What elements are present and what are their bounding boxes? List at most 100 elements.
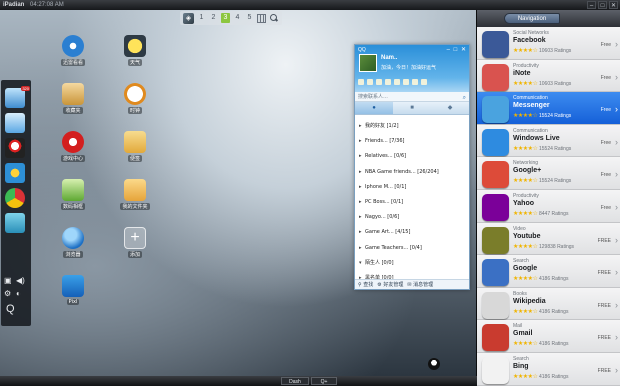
app-category: Productivity — [513, 193, 539, 199]
store-app-row-gmail[interactable]: Mail Gmail ★★★★☆ 4186 Ratings FREE › — [477, 320, 620, 353]
app-notes[interactable]: 便签 — [113, 131, 157, 162]
rating-stars: ★★★★☆ — [513, 113, 538, 120]
page-4[interactable]: 4 — [233, 13, 242, 23]
contact-group[interactable]: ▸ NBA Game friends... [26/204] — [355, 165, 469, 180]
youtube-icon — [482, 226, 509, 254]
store-app-row-bing[interactable]: Search Bing ★★★★☆ 4186 Ratings FREE › — [477, 353, 620, 386]
qq-penguin-icon[interactable] — [5, 138, 25, 158]
contact-group[interactable]: ▸ PC Boss... [0/1] — [355, 195, 469, 210]
page-3[interactable]: 3 — [221, 13, 230, 23]
store-app-row-facebook[interactable]: Social Networks Facebook ★★★★☆ 10603 Rating… — [477, 27, 620, 60]
app-label: 添加 — [127, 251, 142, 258]
wallet-icon[interactable] — [376, 79, 382, 85]
app-add[interactable]: + 添加 — [113, 227, 157, 258]
app-pixl[interactable]: Pixl — [51, 275, 95, 305]
app-game-center[interactable]: 游戏中心 — [51, 131, 95, 162]
app-favorites[interactable]: 收藏夹 — [51, 83, 95, 114]
app-category: Networking — [513, 160, 539, 167]
tab-contacts[interactable]: ● — [355, 102, 393, 114]
store-app-row-yahoo[interactable]: Productivity Yahoo ★★★★☆ 8447 Ratings Free › — [477, 190, 620, 223]
search-icon[interactable]: Q — [6, 304, 15, 315]
price-label: Free — [600, 42, 611, 48]
settings-icon[interactable]: ⚙ — [4, 289, 11, 299]
store-app-row-google[interactable]: Search Google ★★★★☆ 4186 Ratings FREE › — [477, 255, 620, 288]
ipadian-logo-icon[interactable]: ◈ — [183, 12, 194, 24]
app-name: Google — [513, 265, 538, 273]
app-icon[interactable] — [421, 79, 427, 85]
group-label: 我的好友 [1/2] — [365, 123, 399, 129]
page-2[interactable]: 2 — [209, 13, 218, 23]
monitor-icon[interactable] — [5, 113, 25, 133]
store-app-row-windows-live[interactable]: Communication Windows Live ★★★★☆ 15524 Rati… — [477, 124, 620, 158]
store-app-row-inote[interactable]: Productivity iNote ★★★★☆ 10603 Ratings Free › — [477, 59, 620, 93]
page-5[interactable]: 5 — [245, 13, 254, 23]
app-name: Youtube — [513, 232, 541, 240]
ratings-count: 10603 Ratings — [539, 48, 572, 54]
ratings-count: 10603 Ratings — [539, 80, 572, 87]
search-input[interactable]: 搜索联系人… ⌕ — [355, 92, 469, 102]
grid-view-icon[interactable] — [257, 13, 266, 23]
weibo-icon[interactable] — [394, 79, 400, 85]
chrome-icon[interactable] — [5, 188, 25, 208]
qq-window-controls[interactable]: – □ ✕ — [447, 46, 467, 53]
music-icon[interactable] — [385, 79, 391, 85]
store-app-row-messenger[interactable]: Communication Messenger ★★★★☆ 15524 Ratings… — [477, 92, 620, 125]
store-app-row-google-[interactable]: Networking Google+ ★★★★☆ 15524 Ratings Free › — [477, 157, 620, 190]
chevron-right-icon: › — [615, 365, 618, 375]
ratings-count: 15524 Ratings — [539, 145, 572, 152]
message-manager-button[interactable]: ✉ 消息管理 — [407, 280, 433, 289]
contact-group[interactable]: ▸ Friends... [7/36] — [355, 134, 469, 149]
shop-icon[interactable] — [403, 79, 409, 85]
camera-icon[interactable] — [5, 213, 25, 233]
contact-group[interactable]: ▸ Game Teachers... [0/4] — [355, 241, 469, 256]
find-button[interactable]: ⚲ 查找 — [358, 280, 373, 289]
tab-recent[interactable]: ◆ — [431, 102, 469, 114]
store-app-row-youtube[interactable]: Video Youtube ★★★★☆ 129838 Ratings FREE › — [477, 222, 620, 256]
volume-icon[interactable]: ◀) — [16, 276, 25, 286]
store-app-row-wikipedia[interactable]: Books Wikipedia ★★★★☆ 4186 Ratings FREE › — [477, 287, 620, 321]
pixl-icon — [62, 275, 84, 297]
page-1[interactable]: 1 — [197, 13, 206, 23]
app-name: iNote — [513, 69, 531, 77]
search-icon[interactable]: ⌕ — [463, 93, 466, 103]
contact-group[interactable]: ▸ 我的好友 [1/2] — [355, 119, 469, 134]
app-clock[interactable]: 时钟 — [113, 83, 157, 114]
price-label: Free — [600, 107, 611, 114]
qq-toolbar — [358, 79, 427, 85]
contact-group[interactable]: ▸ Iphone M... [0/1] — [355, 180, 469, 195]
contact-group[interactable]: ▸ Game Art... [4/15] — [355, 225, 469, 240]
app-photo-frame[interactable]: 数码相框 — [51, 179, 95, 210]
q-plus-button[interactable]: Q+ — [311, 377, 337, 385]
chevron-right-icon: › — [615, 71, 618, 82]
minimize-button[interactable]: – — [587, 1, 596, 9]
avatar[interactable] — [359, 54, 377, 72]
contact-group[interactable]: ▾ 陌生人 [0/0] — [355, 256, 469, 271]
app-weather[interactable]: 天气 — [113, 35, 157, 66]
tab-groups[interactable]: ■ — [393, 102, 431, 114]
chevron-right-icon: › — [615, 202, 618, 212]
browser-icon[interactable] — [5, 163, 25, 183]
app-category: Social Networks — [513, 30, 549, 36]
qq-tray-icon[interactable] — [428, 358, 440, 370]
group-label: Game Art... [4/15] — [365, 229, 411, 236]
friend-manager-button[interactable]: ⚙ 好友管理 — [377, 280, 403, 289]
contact-group[interactable]: ▸ Relatives... [0/6] — [355, 149, 469, 164]
qzone-icon[interactable] — [358, 79, 364, 85]
dash-button[interactable]: Dash — [281, 377, 309, 385]
qq-status-message[interactable]: 加油，今日！加油好运气 — [381, 64, 436, 71]
app-xunlei[interactable]: 迅雷看看 — [51, 35, 95, 66]
power-icon[interactable]: ◐ — [16, 289, 21, 299]
maximize-button[interactable]: □ — [598, 1, 607, 9]
clock: 04:27:08 AM — [30, 2, 64, 8]
contact-group-list: ▸ 我的好友 [1/2] ▸ Friends... [7/36] ▸ Relative… — [355, 115, 469, 286]
pet-icon[interactable] — [412, 79, 418, 85]
cloud-icon[interactable]: 320 — [5, 86, 30, 108]
search-icon[interactable] — [269, 13, 279, 23]
app-browser[interactable]: 浏览器 — [51, 227, 95, 258]
mail-icon[interactable] — [367, 79, 373, 85]
contact-group[interactable]: ▸ Nagyo... [0/6] — [355, 210, 469, 225]
navigation-button[interactable]: Navigation — [504, 13, 560, 24]
app-my-folder[interactable]: 我的文件夹 — [113, 179, 157, 210]
close-button[interactable]: ✕ — [609, 1, 618, 9]
window-icon[interactable]: ▣ — [4, 276, 12, 286]
